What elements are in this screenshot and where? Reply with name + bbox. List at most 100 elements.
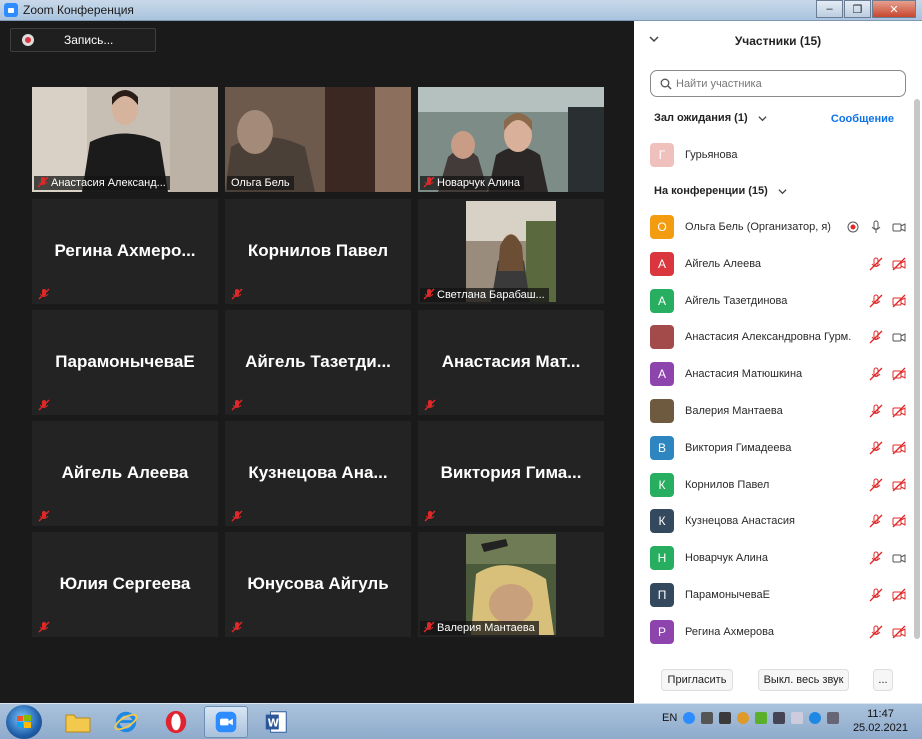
- participant-row[interactable]: А Анастасия Матюшкина: [650, 361, 906, 387]
- avatar: А: [650, 288, 674, 313]
- participant-status-icons[interactable]: [869, 625, 906, 639]
- participant-big-name: Айгель Алеева: [61, 463, 189, 482]
- language-indicator[interactable]: EN: [662, 712, 677, 724]
- participant-row[interactable]: В Виктория Гимадеева: [650, 435, 906, 461]
- participant-row[interactable]: П ПарамонычеваЕ: [650, 582, 906, 608]
- participant-name: Айгель Тазетдинова: [685, 294, 788, 307]
- waiting-room-header[interactable]: Зал ожидания (1): [654, 112, 767, 124]
- participant-status-icons[interactable]: [869, 367, 906, 381]
- taskbar-word[interactable]: W: [254, 706, 298, 738]
- nvidia-icon[interactable]: [755, 712, 768, 724]
- video-tile[interactable]: Анастасия Мат...: [418, 310, 604, 415]
- participant-name: Анастасия Матюшкина: [685, 368, 803, 381]
- video-tile[interactable]: Айгель Алеева: [32, 421, 218, 526]
- avatar: А: [650, 251, 674, 276]
- video-off-icon: [892, 367, 906, 381]
- participant-row[interactable]: А Айгель Тазетдинова: [650, 288, 906, 314]
- video-tile[interactable]: Светлана Барабаш...: [418, 199, 604, 304]
- chevron-down-icon[interactable]: [649, 34, 659, 44]
- participant-row[interactable]: К Корнилов Павел: [650, 472, 906, 498]
- participant-row[interactable]: Анастасия Александровна Гурм...: [650, 324, 906, 350]
- participant-status-icons[interactable]: [869, 588, 906, 602]
- mic-muted-icon: [869, 588, 883, 602]
- participant-search[interactable]: [650, 70, 906, 97]
- participant-row[interactable]: Р Регина Ахмерова: [650, 619, 906, 645]
- video-tile[interactable]: Кузнецова Ана...: [225, 421, 411, 526]
- zoom-tray-icon[interactable]: [683, 712, 696, 724]
- participant-status-icons[interactable]: [869, 404, 906, 418]
- waiting-participant-row[interactable]: Г Гурьянова: [650, 142, 906, 168]
- participant-row[interactable]: Н Новарчук Алина: [650, 545, 906, 571]
- participant-status-icons[interactable]: [869, 478, 906, 492]
- windows-logo-icon: [17, 715, 31, 728]
- video-tile[interactable]: Юлия Сергеева: [32, 532, 218, 637]
- participant-row[interactable]: К Кузнецова Анастасия: [650, 508, 906, 534]
- participant-row[interactable]: Валерия Мантаева: [650, 398, 906, 424]
- network-icon[interactable]: [773, 712, 786, 724]
- avatar: К: [650, 509, 674, 534]
- usb-icon[interactable]: [701, 712, 714, 724]
- participant-name: Валерия Мантаева: [437, 622, 535, 634]
- participant-status-icons[interactable]: [869, 294, 906, 308]
- participant-name: Анастасия Александровна Гурм...: [685, 331, 851, 344]
- video-off-icon: [892, 478, 906, 492]
- mute-all-button[interactable]: Выкл. весь звук: [758, 669, 849, 691]
- system-tray: EN: [662, 712, 840, 724]
- participant-status-icons[interactable]: [869, 514, 906, 528]
- opera-icon: [165, 710, 187, 734]
- video-tile[interactable]: ПарамонычеваЕ: [32, 310, 218, 415]
- participant-status-icons[interactable]: [846, 220, 906, 234]
- update-icon[interactable]: [737, 712, 750, 724]
- video-tile[interactable]: Валерия Мантаева: [418, 532, 604, 637]
- video-tile[interactable]: Корнилов Павел: [225, 199, 411, 304]
- video-off-icon: [892, 257, 906, 271]
- in-meeting-header[interactable]: На конференции (15): [654, 185, 787, 197]
- video-tile[interactable]: Регина Ахмеро...: [32, 199, 218, 304]
- participant-status-icons[interactable]: [869, 441, 906, 455]
- minimize-button[interactable]: –: [816, 0, 843, 18]
- clock[interactable]: 11:47 25.02.2021: [853, 707, 908, 735]
- window-title: Zoom Конференция: [23, 3, 134, 17]
- mic-muted-icon: [423, 288, 435, 300]
- participant-status-icons[interactable]: [869, 330, 906, 344]
- taskbar-zoom[interactable]: [204, 706, 248, 738]
- maximize-button[interactable]: ❐: [844, 0, 871, 18]
- taskbar-opera[interactable]: [154, 706, 198, 738]
- video-tile[interactable]: Виктория Гима...: [418, 421, 604, 526]
- avatar: [650, 399, 674, 423]
- panel-scrollbar[interactable]: [914, 99, 920, 639]
- avatar: О: [650, 215, 674, 239]
- video-tile-active-speaker[interactable]: Ольга Бель: [225, 87, 411, 192]
- message-link[interactable]: Сообщение: [831, 113, 894, 125]
- record-icon: [22, 34, 34, 46]
- display-icon[interactable]: [719, 712, 732, 724]
- search-icon: [660, 78, 672, 89]
- video-tile[interactable]: Юнусова Айгуль: [225, 532, 411, 637]
- search-input[interactable]: [676, 77, 896, 90]
- action-center-flag-icon[interactable]: [791, 712, 804, 724]
- record-button[interactable]: Запись...: [10, 28, 156, 52]
- taskbar-internet-explorer[interactable]: [104, 706, 148, 738]
- video-tile[interactable]: Новарчук Алина: [418, 87, 604, 192]
- participant-name: Светлана Барабаш...: [437, 289, 545, 301]
- more-button[interactable]: ...: [873, 669, 893, 691]
- video-tile[interactable]: Анастасия Александ...: [32, 87, 218, 192]
- window-controls: – ❐ ✕: [816, 0, 916, 18]
- participant-status-icons[interactable]: [869, 551, 906, 565]
- volume-icon[interactable]: [827, 712, 840, 724]
- participant-status-icons[interactable]: [869, 257, 906, 271]
- video-tile[interactable]: Айгель Тазетди...: [225, 310, 411, 415]
- invite-button[interactable]: Пригласить: [661, 669, 733, 691]
- participant-name: Гурьянова: [685, 149, 738, 161]
- clock-date: 25.02.2021: [852, 722, 908, 734]
- waiting-room-title: Зал ожидания (1): [654, 112, 748, 124]
- participant-label: Валерия Мантаева: [420, 621, 539, 635]
- start-button[interactable]: [6, 705, 42, 739]
- participant-row[interactable]: А Айгель Алеева: [650, 251, 906, 277]
- taskbar-file-explorer[interactable]: [56, 706, 100, 738]
- info-icon[interactable]: [809, 712, 822, 724]
- participant-label: Светлана Барабаш...: [420, 288, 549, 302]
- participant-name: Новарчук Алина: [685, 552, 768, 565]
- participant-row[interactable]: О Ольга Бель (Организатор, я): [650, 214, 906, 240]
- close-button[interactable]: ✕: [872, 0, 916, 18]
